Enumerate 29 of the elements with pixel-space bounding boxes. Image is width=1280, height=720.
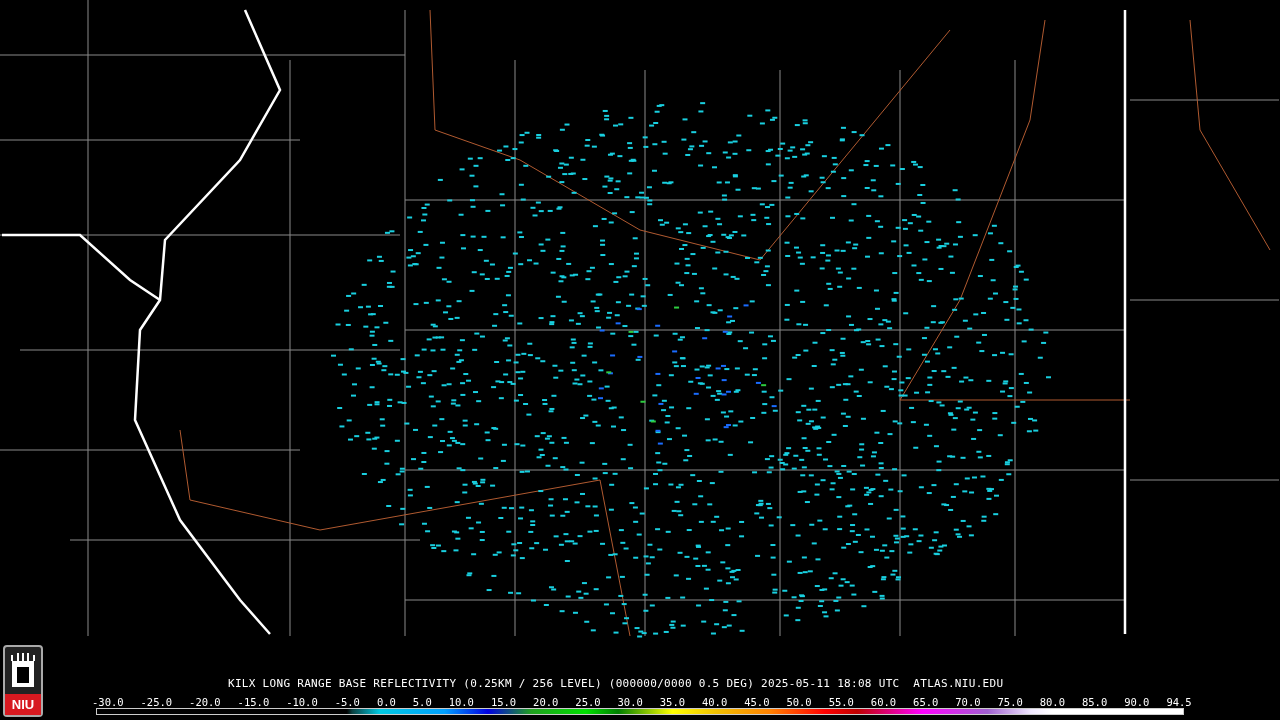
scale-label: 25.0	[575, 697, 601, 708]
scale-label: -10.0	[286, 697, 318, 708]
scale-label: 5.0	[412, 697, 432, 708]
scale-label: 80.0	[1039, 697, 1065, 708]
scale-label: 30.0	[617, 697, 643, 708]
scale-label: 15.0	[490, 697, 517, 708]
scale-label: 65.0	[913, 697, 939, 708]
scale-label: 70.0	[955, 697, 981, 708]
scale-label: 75.0	[997, 697, 1023, 708]
scale-label: -30.0	[92, 697, 124, 708]
scale-label: 55.0	[828, 697, 854, 708]
scale-label: 0.0	[376, 697, 396, 708]
scale-label: 10.0	[448, 697, 474, 708]
scale-label: 20.0	[533, 697, 559, 708]
scale-label: -25.0	[140, 697, 173, 708]
scale-label: 50.0	[786, 697, 812, 708]
scale-label: 94.5	[1166, 697, 1192, 708]
logo-text: NIU	[5, 694, 41, 715]
scale-label: 85.0	[1081, 697, 1108, 708]
scale-label: -15.0	[237, 697, 270, 708]
scale-label: 40.0	[701, 697, 728, 708]
scale-label: 90.0	[1124, 697, 1150, 708]
scale-label: 60.0	[870, 697, 897, 708]
scale-label: -20.0	[189, 697, 221, 708]
tower-icon	[8, 653, 38, 687]
scale-label: 35.0	[659, 697, 686, 708]
product-caption: KILX LONG RANGE BASE REFLECTIVITY (0.25KM / 256 LEVEL) (000000/0000 0.5 DEG) 2025-05-11 18:08 UTC ATLAS.NIU.EDU	[228, 677, 1004, 690]
scale-label: 45.0	[744, 697, 770, 708]
scale-label: -5.0	[334, 697, 360, 708]
